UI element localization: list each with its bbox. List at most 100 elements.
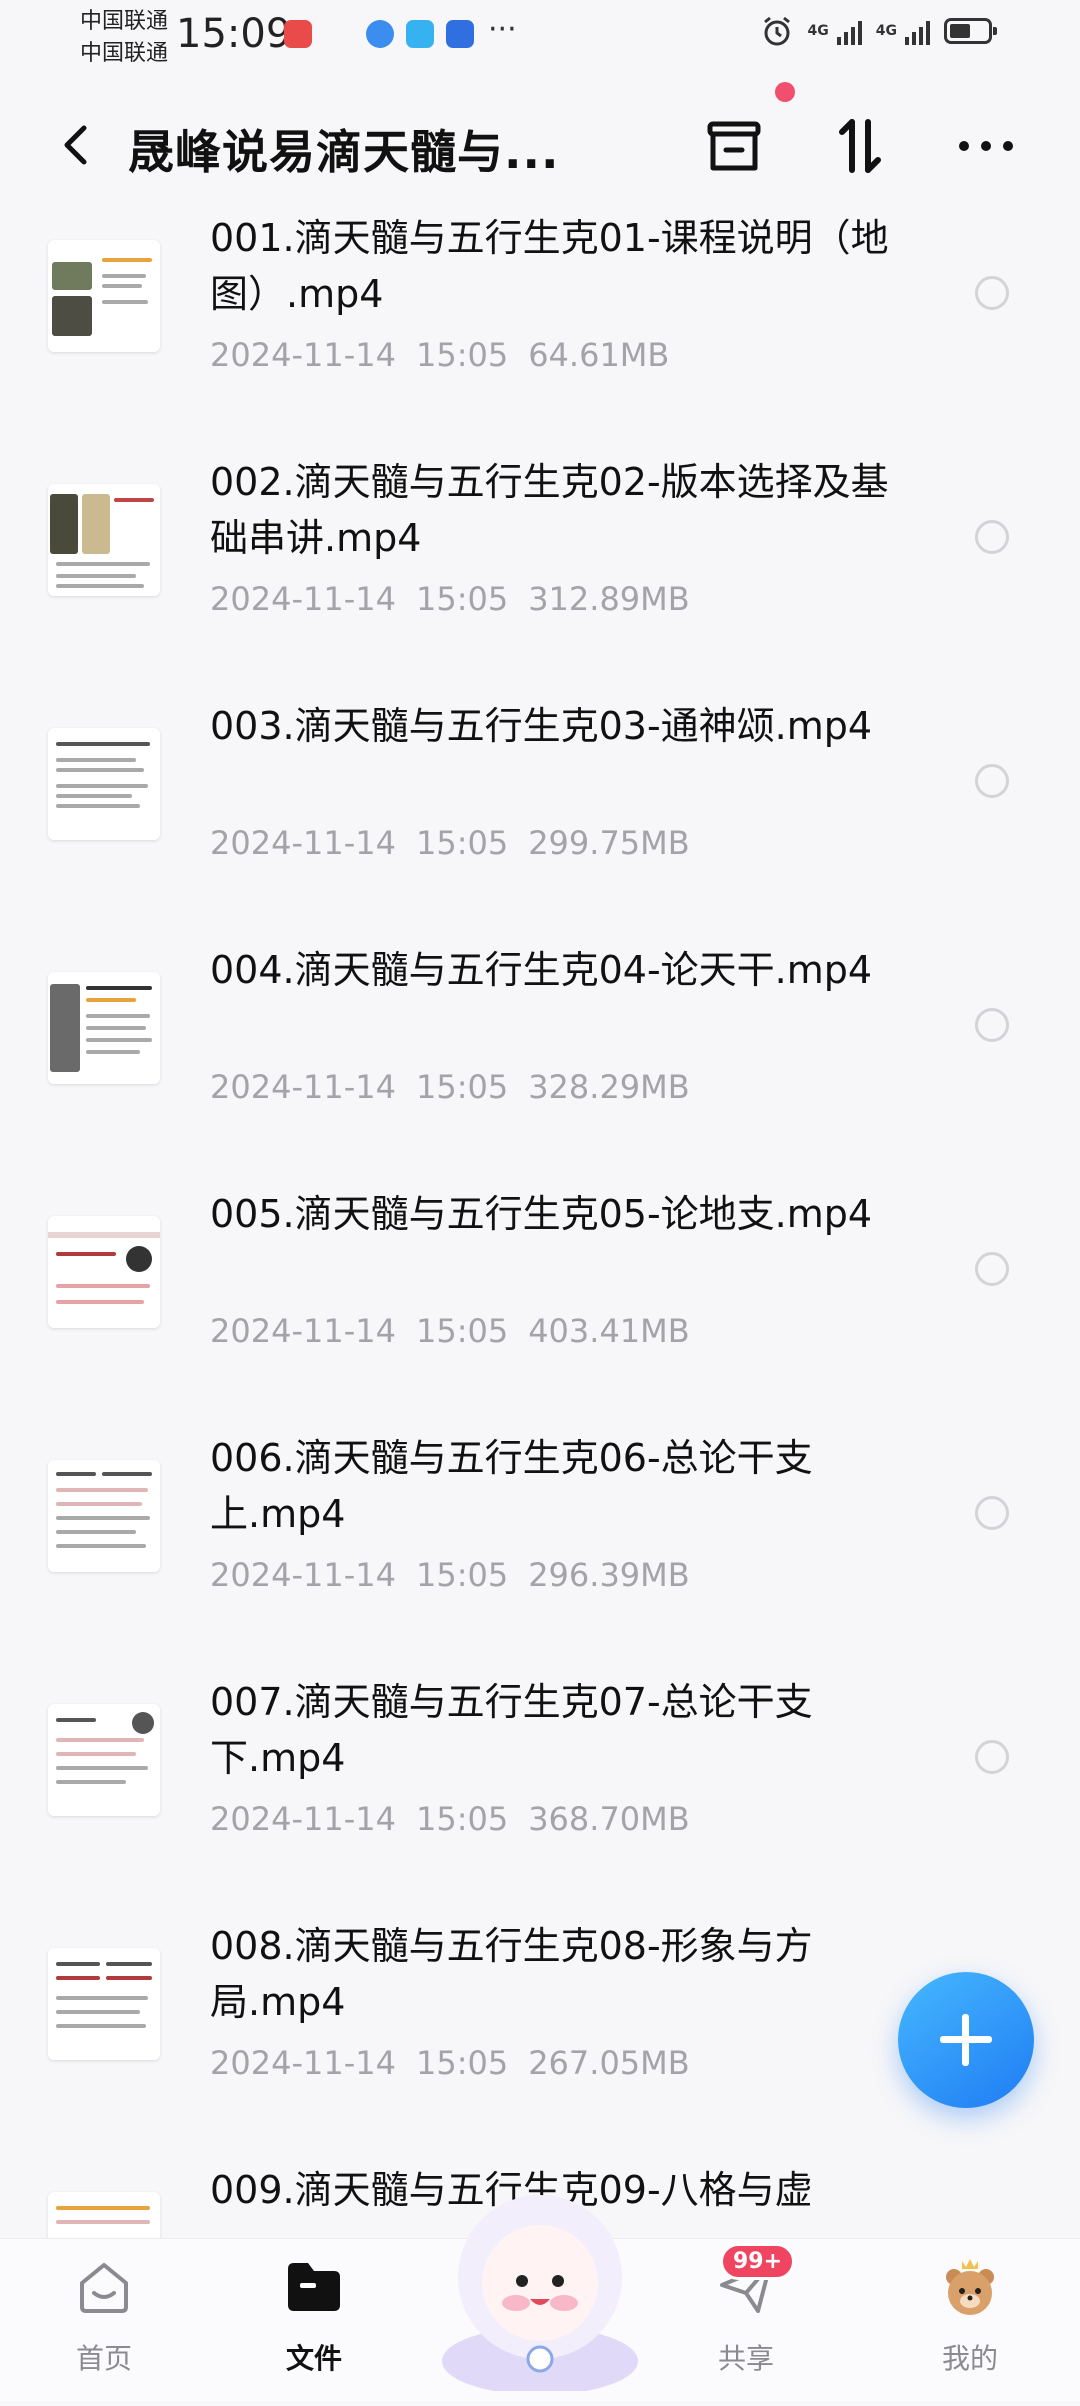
file-name: 004.滴天髓与五行生克04-论天干.mp4 (210, 948, 873, 992)
file-meta: 2024-11-14 15:05 296.39MB (210, 1556, 710, 1594)
battery-level (950, 24, 970, 38)
file-size: 403.41MB (528, 1312, 690, 1350)
file-date: 2024-11-14 (210, 1312, 396, 1350)
file-row[interactable]: 006.滴天髓与五行生克06-总论干支上.mp4 2024-11-14 15:05… (0, 1430, 1080, 1674)
file-row[interactable]: 007.滴天髓与五行生克07-总论干支下.mp4 2024-11-14 15:05… (0, 1674, 1080, 1918)
file-row[interactable]: 005.滴天髓与五行生克05-论地支.mp4 2024-11-14 15:05 40… (0, 1186, 1080, 1430)
tab-home[interactable]: 首页 (34, 2255, 174, 2395)
tab-me[interactable]: 我的 (900, 2255, 1040, 2395)
select-checkbox[interactable] (975, 276, 1009, 310)
select-checkbox[interactable] (975, 520, 1009, 554)
select-checkbox[interactable] (975, 1496, 1009, 1530)
file-meta: 2024-11-14 15:05 267.05MB (210, 2044, 710, 2082)
file-time: 15:05 (415, 1556, 509, 1594)
file-name: 002.滴天髓与五行生克02-版本选择及基础串讲.mp4 (210, 460, 889, 560)
file-time: 15:05 (415, 1800, 509, 1838)
bottom-nav: 首页 文件 99+ 共享 我的 (0, 2195, 1080, 2401)
file-date: 2024-11-14 (210, 336, 396, 374)
video-thumbnail (48, 484, 160, 596)
file-time: 15:05 (415, 2044, 509, 2082)
file-meta: 2024-11-14 15:05 64.61MB (210, 336, 689, 374)
file-name: 003.滴天髓与五行生克03-通神颂.mp4 (210, 704, 873, 748)
back-button[interactable] (52, 120, 102, 170)
transfer-list-button[interactable] (696, 108, 772, 184)
file-row[interactable]: 004.滴天髓与五行生克04-论天干.mp4 2024-11-14 15:05 32… (0, 942, 1080, 1186)
file-date: 2024-11-14 (210, 824, 396, 862)
file-name: 007.滴天髓与五行生克07-总论干支下.mp4 (210, 1680, 813, 1780)
tab-files[interactable]: 文件 (244, 2255, 384, 2395)
weather-app-icon (406, 20, 434, 48)
share-badge: 99+ (720, 2243, 796, 2280)
signal-icon-2 (905, 17, 930, 45)
file-time: 15:05 (415, 1068, 509, 1106)
file-size: 368.70MB (528, 1800, 690, 1838)
assistant-mascot[interactable] (430, 2181, 650, 2391)
file-row[interactable]: 002.滴天髓与五行生克02-版本选择及基础串讲.mp4 2024-11-14 1… (0, 454, 1080, 698)
file-size: 296.39MB (528, 1556, 690, 1594)
top-app-bar: 晟峰说易滴天髓与... (0, 82, 1080, 200)
select-checkbox[interactable] (975, 1252, 1009, 1286)
file-meta: 2024-11-14 15:05 299.75MB (210, 824, 710, 862)
page-title: 晟峰说易滴天髓与... (128, 125, 560, 179)
battery-icon (944, 18, 997, 44)
carrier-labels: 中国联通 中国联通 (80, 6, 168, 70)
tab-share-label: 共享 (717, 2342, 774, 2375)
sort-button[interactable] (822, 108, 898, 184)
more-options-button[interactable] (948, 108, 1024, 184)
bear-avatar-icon (946, 2259, 994, 2315)
mail-app-icon (284, 20, 312, 48)
file-time: 15:05 (415, 1312, 509, 1350)
select-checkbox[interactable] (975, 1740, 1009, 1774)
file-meta: 2024-11-14 15:05 403.41MB (210, 1312, 710, 1350)
tab-home-label: 首页 (75, 2342, 132, 2375)
file-date: 2024-11-14 (210, 1068, 396, 1106)
file-size: 299.75MB (528, 824, 690, 862)
browser-app-icon (366, 20, 394, 48)
video-thumbnail (48, 728, 160, 840)
home-icon (80, 2263, 128, 2313)
status-time: 15:09 (176, 11, 292, 57)
tab-files-label: 文件 (285, 2342, 342, 2375)
file-name: 008.滴天髓与五行生克08-形象与方局.mp4 (210, 1924, 813, 2024)
more-notifications-icon: ··· (488, 12, 517, 47)
file-date: 2024-11-14 (210, 580, 396, 618)
file-name: 001.滴天髓与五行生克01-课程说明（地图）.mp4 (210, 216, 889, 316)
folder-icon (288, 2263, 340, 2311)
file-time: 15:05 (415, 580, 509, 618)
status-bar: 中国联通 中国联通 15:09 ··· 4G 4G (0, 0, 1080, 78)
file-size: 64.61MB (528, 336, 670, 374)
network-type-2: 4G (875, 23, 897, 39)
file-time: 15:05 (415, 824, 509, 862)
video-thumbnail (48, 1704, 160, 1816)
carrier-2: 中国联通 (80, 41, 169, 66)
file-date: 2024-11-14 (210, 1556, 396, 1594)
file-size: 328.29MB (528, 1068, 690, 1106)
signal-icon (836, 17, 862, 45)
file-date: 2024-11-14 (210, 2044, 396, 2082)
video-thumbnail (48, 1216, 160, 1328)
file-date: 2024-11-14 (210, 1800, 396, 1838)
status-right: 4G 4G (760, 14, 997, 48)
file-size: 312.89MB (528, 580, 690, 618)
video-thumbnail (48, 1460, 160, 1572)
file-row[interactable]: 001.滴天髓与五行生克01-课程说明（地图）.mp4 2024-11-14 15… (0, 210, 1080, 454)
file-name: 006.滴天髓与五行生克06-总论干支上.mp4 (210, 1436, 813, 1536)
video-thumbnail (48, 1948, 160, 2060)
file-name: 005.滴天髓与五行生克05-论地支.mp4 (210, 1192, 873, 1236)
add-button[interactable] (898, 1972, 1034, 2108)
notification-dot (775, 82, 795, 102)
file-meta: 2024-11-14 15:05 312.89MB (210, 580, 710, 618)
security-app-icon (446, 20, 474, 48)
alarm-icon (763, 16, 790, 46)
video-thumbnail (48, 240, 160, 352)
video-thumbnail (48, 972, 160, 1084)
network-type-1: 4G (807, 23, 829, 39)
select-checkbox[interactable] (975, 764, 1009, 798)
file-size: 267.05MB (528, 2044, 690, 2082)
select-checkbox[interactable] (975, 1008, 1009, 1042)
file-meta: 2024-11-14 15:05 328.29MB (210, 1068, 710, 1106)
file-row[interactable]: 003.滴天髓与五行生克03-通神颂.mp4 2024-11-14 15:05 29… (0, 698, 1080, 942)
tab-me-label: 我的 (941, 2342, 998, 2375)
tab-share[interactable]: 99+ 共享 (676, 2243, 816, 2395)
carrier-1: 中国联通 (80, 9, 169, 34)
